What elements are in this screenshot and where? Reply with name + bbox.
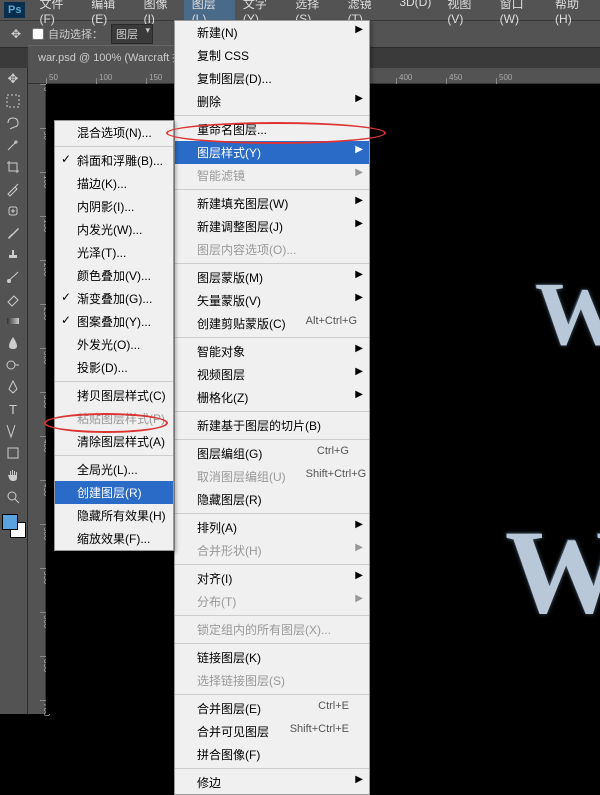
gradient-tool[interactable] [0,310,26,332]
menu-item[interactable]: 排列(A)▶ [175,516,369,539]
menu-item[interactable]: 斜面和浮雕(B)...✓ [55,149,173,172]
menu-item: 图层内容选项(O)... [175,238,369,261]
menu-item[interactable]: 内阴影(I)... [55,195,173,218]
menu-item[interactable]: 复制 CSS [175,44,369,67]
menu-item[interactable]: 创建剪贴蒙版(C)Alt+Ctrl+G [175,312,369,335]
menu-item[interactable]: 图层编组(G)Ctrl+G [175,442,369,465]
menu-item[interactable]: 视频图层▶ [175,363,369,386]
menu-item[interactable]: 外发光(O)... [55,333,173,356]
menu-item[interactable]: 混合选项(N)... [55,121,173,144]
menu-item[interactable]: 图层蒙版(M)▶ [175,266,369,289]
color-swatches[interactable] [0,512,27,542]
menu-item[interactable]: 图层样式(Y)▶ [175,141,369,164]
stamp-tool[interactable] [0,244,26,266]
menu-item: 合并形状(H)▶ [175,539,369,562]
menu-item[interactable]: 光泽(T)... [55,241,173,264]
menu-item[interactable]: 修边▶ [175,771,369,794]
lasso-tool[interactable] [0,112,26,134]
toolbox: ✥ T [0,68,28,714]
menu-item[interactable]: 全局光(L)... [55,458,173,481]
menu-item: 取消图层编组(U)Shift+Ctrl+G [175,465,369,488]
eyedropper-tool[interactable] [0,178,26,200]
menu-item[interactable]: 拷贝图层样式(C) [55,384,173,407]
text-tool[interactable]: T [0,398,26,420]
app-bar: Ps 文件(F)编辑(E)图像(I)图层(L)文字(Y)选择(S)滤镜(T)3D… [0,0,600,20]
menu-item: 智能滤镜▶ [175,164,369,187]
marquee-tool[interactable] [0,90,26,112]
auto-select-dropdown[interactable]: 图层 [111,24,153,44]
menu-item[interactable]: 隐藏所有效果(H) [55,504,173,527]
menu-item[interactable]: 缩放效果(F)... [55,527,173,550]
pen-tool[interactable] [0,376,26,398]
wand-tool[interactable] [0,134,26,156]
menu-9[interactable]: 窗口(W) [492,0,547,28]
move-tool[interactable]: ✥ [0,68,26,90]
layer-menu: 新建(N)▶复制 CSS复制图层(D)...删除▶ 重命名图层...图层样式(Y)… [174,20,370,795]
heal-tool[interactable] [0,200,26,222]
move-tool-icon[interactable]: ✥ [8,26,24,42]
blur-tool[interactable] [0,332,26,354]
menu-7[interactable]: 3D(D) [391,0,439,28]
menu-item: 锁定组内的所有图层(X)... [175,618,369,641]
foreground-swatch[interactable] [2,514,18,530]
menu-item[interactable]: 隐藏图层(R) [175,488,369,511]
menu-0[interactable]: 文件(F) [31,0,83,28]
menu-8[interactable]: 视图(V) [439,0,491,28]
artwork-text-1: W [535,263,600,366]
document-tab[interactable]: war.psd @ 100% (Warcraft 拷 [28,45,193,68]
menu-item[interactable]: 渐变叠加(G)...✓ [55,287,173,310]
menu-item[interactable]: 拼合图像(F) [175,743,369,766]
menu-item[interactable]: 删除▶ [175,90,369,113]
menu-item[interactable]: 复制图层(D)... [175,67,369,90]
ruler-vertical: 0501001502002503003504004505005506006507… [28,68,46,714]
menu-item[interactable]: 重命名图层... [175,118,369,141]
dodge-tool[interactable] [0,354,26,376]
menu-item[interactable]: 智能对象▶ [175,340,369,363]
menu-item[interactable]: 矢量蒙版(V)▶ [175,289,369,312]
menu-item[interactable]: 合并可见图层Shift+Ctrl+E [175,720,369,743]
menu-item[interactable]: 栅格化(Z)▶ [175,386,369,409]
menu-item[interactable]: 内发光(W)... [55,218,173,241]
brush-tool[interactable] [0,222,26,244]
crop-tool[interactable] [0,156,26,178]
menu-item[interactable]: 链接图层(K) [175,646,369,669]
eraser-tool[interactable] [0,288,26,310]
auto-select-label: 自动选择： [48,26,103,42]
layer-style-submenu: 混合选项(N)... 斜面和浮雕(B)...✓描边(K)...内阴影(I)...内… [54,120,174,551]
auto-select-checkbox[interactable]: 自动选择： [32,26,103,42]
menu-item: 分布(T)▶ [175,590,369,613]
ps-logo: Ps [4,2,25,18]
menu-item[interactable]: 新建基于图层的切片(B) [175,414,369,437]
zoom-tool[interactable] [0,486,26,508]
menu-item[interactable]: 新建填充图层(W)▶ [175,192,369,215]
menu-item[interactable]: 创建图层(R) [55,481,173,504]
menu-item[interactable]: 新建调整图层(J)▶ [175,215,369,238]
menu-item[interactable]: 合并图层(E)Ctrl+E [175,697,369,720]
shape-tool[interactable] [0,442,26,464]
path-tool[interactable] [0,420,26,442]
hand-tool[interactable] [0,464,26,486]
menu-item[interactable]: 新建(N)▶ [175,21,369,44]
artwork-text-2: W [505,503,600,641]
menu-10[interactable]: 帮助(H) [547,0,600,28]
menu-item[interactable]: 对齐(I)▶ [175,567,369,590]
menu-item[interactable]: 清除图层样式(A) [55,430,173,453]
menu-item[interactable]: 描边(K)... [55,172,173,195]
menu-item[interactable]: 投影(D)... [55,356,173,379]
menu-item: 粘贴图层样式(P) [55,407,173,430]
history-brush-tool[interactable] [0,266,26,288]
menu-item[interactable]: 颜色叠加(V)... [55,264,173,287]
menu-item[interactable]: 图案叠加(Y)...✓ [55,310,173,333]
menu-item: 选择链接图层(S) [175,669,369,692]
